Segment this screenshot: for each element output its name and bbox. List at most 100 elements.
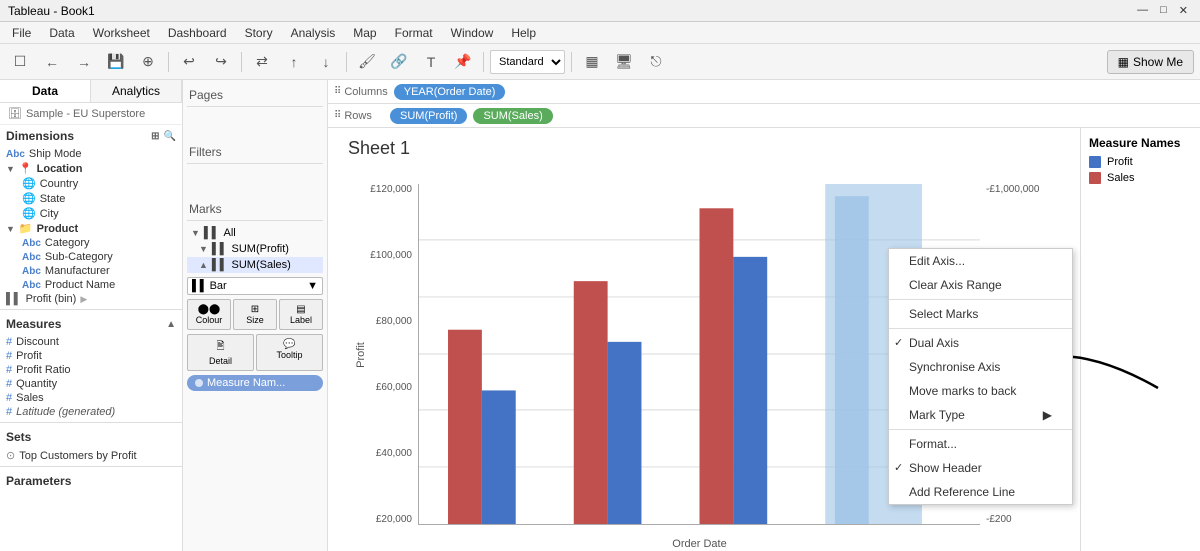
rows-pill-profit[interactable]: SUM(Profit) [390, 108, 467, 124]
tooltip-btn[interactable]: 💬 Tooltip [256, 334, 323, 371]
ctx-mark-type[interactable]: Mark Type ▶ [889, 403, 1072, 427]
dim-productname[interactable]: Abc Product Name [0, 278, 182, 292]
sort-asc-btn[interactable]: ↑ [280, 49, 308, 75]
detail-btn[interactable]: 🖹 Detail [187, 334, 254, 371]
globe-icon: 🌐 [22, 192, 36, 205]
ctx-edit-axis[interactable]: Edit Axis... [889, 249, 1072, 273]
dim-manufacturer[interactable]: Abc Manufacturer [0, 264, 182, 278]
text-btn[interactable]: T [417, 49, 445, 75]
redo-btn[interactable]: ↪ [207, 49, 235, 75]
size-icon: ⊞ [251, 304, 259, 315]
data-source[interactable]: 🗄 Sample - EU Superstore [0, 103, 182, 125]
dim-location[interactable]: ▼ 📍 Location [0, 161, 182, 176]
sort-desc-btn[interactable]: ↓ [312, 49, 340, 75]
measure-quantity[interactable]: # Quantity [0, 377, 182, 391]
measure-profitratio[interactable]: # Profit Ratio [0, 363, 182, 377]
dim-shipmode[interactable]: Abc Ship Mode [0, 147, 182, 161]
menu-story[interactable]: Story [237, 24, 281, 42]
tab-data[interactable]: Data [0, 80, 91, 102]
label-label: Label [290, 315, 312, 325]
legend-item-profit[interactable]: Profit [1089, 156, 1192, 168]
new-btn[interactable]: ☐ [6, 49, 34, 75]
window-controls[interactable]: — □ ✕ [1133, 4, 1192, 17]
paint-btn[interactable]: 🖌 [353, 49, 381, 75]
minimize-btn[interactable]: — [1133, 4, 1152, 17]
close-btn[interactable]: ✕ [1175, 4, 1192, 17]
pin-btn[interactable]: 📌 [449, 49, 477, 75]
set-topcustomers[interactable]: ⊙ Top Customers by Profit [0, 448, 182, 463]
ctx-clear-axis[interactable]: Clear Axis Range [889, 273, 1072, 297]
standard-dropdown[interactable]: Standard [490, 50, 565, 74]
maximize-btn[interactable]: □ [1156, 4, 1171, 17]
measure-discount[interactable]: # Discount [0, 335, 182, 349]
size-btn[interactable]: ⊞ Size [233, 299, 277, 330]
undo-btn[interactable]: ↩ [175, 49, 203, 75]
abc-icon: Abc [22, 252, 41, 263]
measure-latitude[interactable]: # Latitude (generated) [0, 405, 182, 419]
marks-row-sales[interactable]: ▲ ▌▌ SUM(Sales) [187, 257, 323, 273]
measure-sales[interactable]: # Sales [0, 391, 182, 405]
legend-color-profit [1089, 156, 1101, 168]
ctx-select-marks[interactable]: Select Marks [889, 302, 1072, 326]
table-btn[interactable]: ▦ [578, 49, 606, 75]
globe-icon: 🌐 [22, 207, 36, 220]
measure-profit[interactable]: # Profit [0, 349, 182, 363]
link-btn[interactable]: 🔗 [385, 49, 413, 75]
menu-format[interactable]: Format [387, 24, 441, 42]
collapse-measures-icon[interactable]: ▲ [166, 319, 176, 330]
marks-row-all[interactable]: ▼ ▌▌ All [187, 225, 323, 241]
grid-icon[interactable]: ⊞ [151, 131, 159, 142]
legend-item-sales[interactable]: Sales [1089, 172, 1192, 184]
search-icon[interactable]: 🔍 [164, 131, 176, 142]
dim-country[interactable]: 🌐 Country [0, 176, 182, 191]
show-me-button[interactable]: ▦ Show Me [1107, 50, 1194, 74]
menu-help[interactable]: Help [503, 24, 544, 42]
y-val-1: £100,000 [370, 250, 412, 261]
menu-data[interactable]: Data [41, 24, 82, 42]
mark-type-dropdown[interactable]: ▌▌ Bar ▼ [187, 277, 323, 295]
menu-file[interactable]: File [4, 24, 39, 42]
columns-pill[interactable]: YEAR(Order Date) [394, 84, 506, 100]
ctx-add-reference[interactable]: Add Reference Line [889, 480, 1072, 504]
colour-btn[interactable]: ⬤⬤ Colour [187, 299, 231, 330]
menu-worksheet[interactable]: Worksheet [85, 24, 158, 42]
ctx-sync-axis[interactable]: Synchronise Axis [889, 355, 1072, 379]
measure-name-pill[interactable]: Measure Nam... [187, 375, 323, 391]
y-val-4: £40,000 [376, 448, 412, 459]
dim-category[interactable]: Abc Category [0, 236, 182, 250]
menu-analysis[interactable]: Analysis [283, 24, 344, 42]
share-btn[interactable]: ⎋ [642, 49, 670, 75]
ctx-dual-axis[interactable]: Dual Axis [889, 331, 1072, 355]
menu-dashboard[interactable]: Dashboard [160, 24, 235, 42]
sheet-content: Sheet 1 Profit £120,000 £100,000 £80,000… [328, 128, 1200, 551]
ctx-show-header[interactable]: Show Header [889, 456, 1072, 480]
menu-window[interactable]: Window [443, 24, 502, 42]
middle-panel: Pages Filters Marks ▼ ▌▌ All ▼ ▌▌ SUM(Pr… [183, 80, 328, 551]
menu-bar: File Data Worksheet Dashboard Story Anal… [0, 22, 1200, 44]
caret-icon: ▼ [199, 244, 208, 254]
label-btn[interactable]: ▤ Label [279, 299, 323, 330]
dim-profitbin[interactable]: ▌▌ Profit (bin) ▶ [0, 292, 182, 306]
back-btn[interactable]: ← [38, 49, 66, 75]
swap-btn[interactable]: ⇄ [248, 49, 276, 75]
bar-profit-2 [608, 342, 642, 524]
sheet-title: Sheet 1 [328, 128, 1080, 163]
dim-product[interactable]: ▼ 📁 Product [0, 221, 182, 236]
ctx-format[interactable]: Format... [889, 432, 1072, 456]
tab-analytics[interactable]: Analytics [91, 80, 182, 102]
save-btn[interactable]: 💾 [102, 49, 130, 75]
menu-map[interactable]: Map [345, 24, 384, 42]
ry-val-0: -£1,000,000 [986, 184, 1039, 195]
dim-state[interactable]: 🌐 State [0, 191, 182, 206]
ry-val-4: -£200 [986, 514, 1012, 525]
abc-icon: Abc [6, 149, 25, 160]
marks-row-profit[interactable]: ▼ ▌▌ SUM(Profit) [187, 241, 323, 257]
filters-area [187, 168, 323, 198]
monitor-btn[interactable]: 🖥 [610, 49, 638, 75]
add-data-btn[interactable]: ⊕ [134, 49, 162, 75]
ctx-move-marks[interactable]: Move marks to back [889, 379, 1072, 403]
dim-subcategory[interactable]: Abc Sub-Category [0, 250, 182, 264]
forward-btn[interactable]: → [70, 49, 98, 75]
dim-city[interactable]: 🌐 City [0, 206, 182, 221]
rows-pill-sales[interactable]: SUM(Sales) [473, 108, 552, 124]
